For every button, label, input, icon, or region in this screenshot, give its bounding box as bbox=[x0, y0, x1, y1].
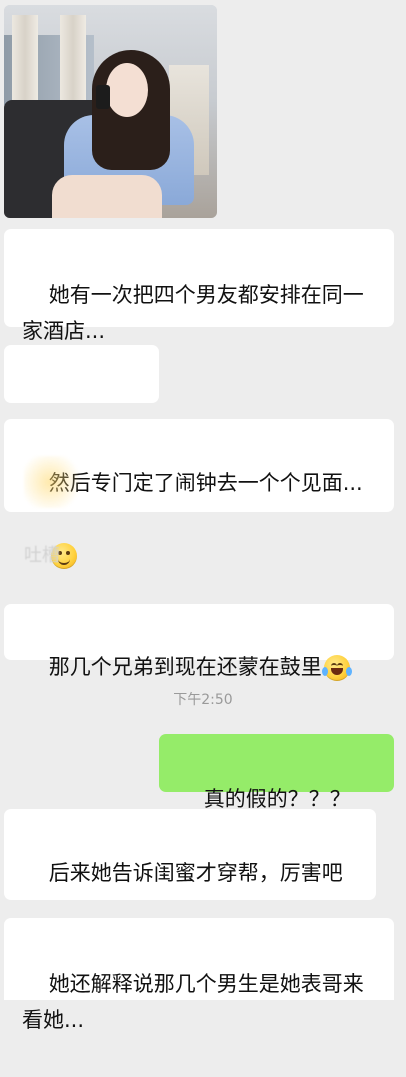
message-bubble-1[interactable]: 她有一次把四个男友都安排在同一家酒店... bbox=[4, 229, 394, 343]
message-text: 那几个兄弟到现在还蒙在鼓里 bbox=[48, 655, 322, 679]
message-bubble-2[interactable]: ！！！！！ bbox=[4, 345, 159, 459]
yellow-smudge bbox=[24, 456, 82, 508]
message-text: 她有一次把四个男友都安排在同一家酒店... bbox=[22, 283, 364, 343]
message-bubble-5-outgoing[interactable]: 真的假的？？？ bbox=[159, 734, 394, 849]
faded-background-text: 吐槽 bbox=[24, 545, 60, 566]
message-bubble-4[interactable]: 那几个兄弟到现在还蒙在鼓里 bbox=[4, 604, 394, 681]
photo-phone bbox=[96, 85, 110, 109]
message-bubble-7[interactable]: 她还解释说那几个男生是她表哥来看她... bbox=[4, 918, 394, 1032]
message-bubble-6[interactable]: 后来她告诉闺蜜才穿帮，厉害吧 bbox=[4, 809, 376, 959]
message-text: 真的假的？？？ bbox=[203, 787, 351, 811]
tears-of-joy-emoji bbox=[321, 655, 352, 681]
chat-conversation: 她有一次把四个男友都安排在同一家酒店... ！！！！！ 然后专门定了闹钟去一个个… bbox=[0, 0, 406, 1032]
message-text: 后来她告诉闺蜜才穿帮，厉害吧 bbox=[48, 861, 343, 885]
message-text: 她还解释说那几个男生是她表哥来看她... bbox=[22, 972, 364, 1032]
photo-legs bbox=[52, 175, 162, 218]
photo-face bbox=[106, 63, 148, 117]
message-text: 然后专门定了闹钟去一个个见面... bbox=[48, 471, 363, 495]
message-timestamp: 下午2:50 bbox=[173, 692, 233, 708]
image-message-photo[interactable] bbox=[4, 5, 217, 218]
